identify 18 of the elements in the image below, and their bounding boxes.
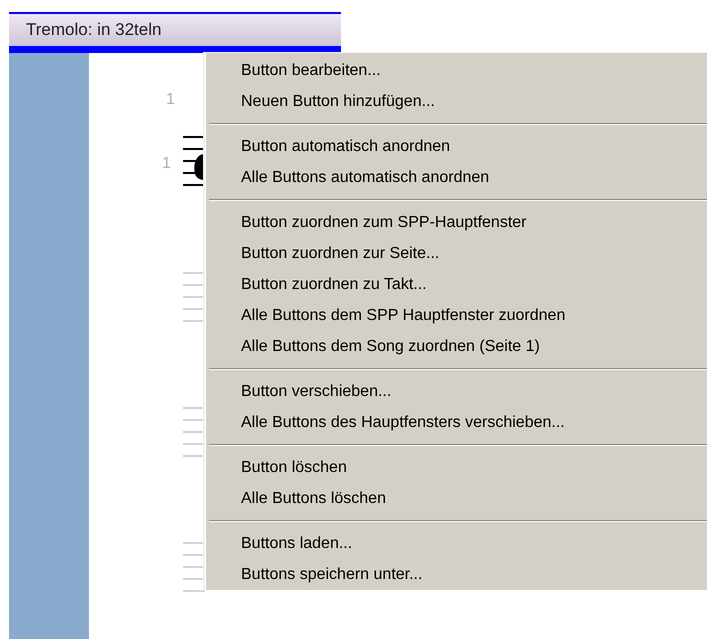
- menu-item[interactable]: Alle Buttons dem Song zuordnen (Seite 1): [205, 331, 707, 362]
- menu-item[interactable]: Button zuordnen zu Takt...: [205, 269, 707, 300]
- menu-item[interactable]: Alle Buttons des Hauptfensters verschieben...: [205, 407, 707, 438]
- menu-item[interactable]: Alle Buttons dem SPP Hauptfenster zuordnen: [205, 300, 707, 331]
- menu-item[interactable]: Button löschen: [205, 452, 707, 483]
- menu-item[interactable]: Alle Buttons automatisch anordnen: [205, 162, 707, 193]
- measure-number: 1: [162, 154, 171, 174]
- menu-item[interactable]: Buttons laden...: [205, 528, 707, 559]
- menu-item[interactable]: Button verschieben...: [205, 376, 707, 407]
- menu-item[interactable]: Button automatisch anordnen: [205, 131, 707, 162]
- measure-number: 1: [166, 90, 175, 110]
- menu-item[interactable]: Button zuordnen zur Seite...: [205, 238, 707, 269]
- menu-item[interactable]: Button bearbeiten...: [205, 55, 707, 86]
- menu-item[interactable]: Button zuordnen zum SPP-Hauptfenster: [205, 207, 707, 238]
- menu-item[interactable]: Alle Buttons löschen: [205, 483, 707, 514]
- toolbar-button[interactable]: Tremolo: in 32teln: [9, 14, 341, 46]
- menu-item[interactable]: Buttons speichern unter...: [205, 559, 707, 590]
- menu-item[interactable]: Neuen Button hinzufügen...: [205, 86, 707, 117]
